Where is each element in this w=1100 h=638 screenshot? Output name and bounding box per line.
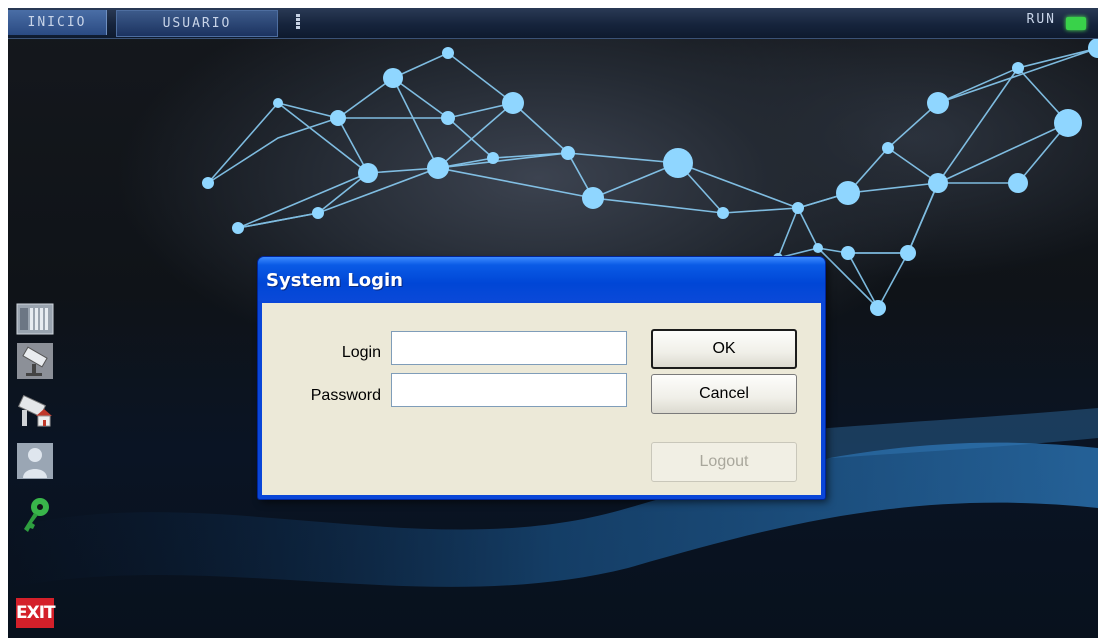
tab-inicio[interactable]: INICIO xyxy=(8,10,107,35)
logout-button[interactable]: Logout xyxy=(651,442,797,482)
dialog-title: System Login xyxy=(266,270,403,291)
ok-button[interactable]: OK xyxy=(651,329,797,369)
security-camera-icon[interactable] xyxy=(16,342,54,380)
system-login-dialog: System Login Login Password OK Cancel Lo… xyxy=(258,257,825,499)
top-navigation-bar: INICIO USUARIO RUN xyxy=(8,8,1098,39)
run-status-label: RUN xyxy=(1026,12,1056,27)
password-input[interactable] xyxy=(391,373,627,407)
exit-sign-icon[interactable]: EXIT xyxy=(16,598,56,628)
tab-usuario[interactable]: USUARIO xyxy=(116,10,278,37)
password-label: Password xyxy=(310,387,381,404)
home-camera-icon[interactable] xyxy=(16,392,54,430)
key-icon[interactable] xyxy=(16,496,54,534)
login-input[interactable] xyxy=(391,331,627,365)
dialog-titlebar[interactable]: System Login xyxy=(258,257,825,301)
run-status-led-icon xyxy=(1066,17,1086,30)
cancel-button[interactable]: Cancel xyxy=(651,374,797,414)
rack-server-icon[interactable] xyxy=(16,300,54,338)
dialog-body: Login Password OK Cancel Logout xyxy=(262,303,821,495)
user-icon[interactable] xyxy=(16,442,54,480)
login-label: Login xyxy=(341,344,381,361)
scada-screen: INICIO USUARIO RUN EXIT System Login Log… xyxy=(8,8,1098,638)
drag-handle-icon[interactable] xyxy=(296,13,306,31)
